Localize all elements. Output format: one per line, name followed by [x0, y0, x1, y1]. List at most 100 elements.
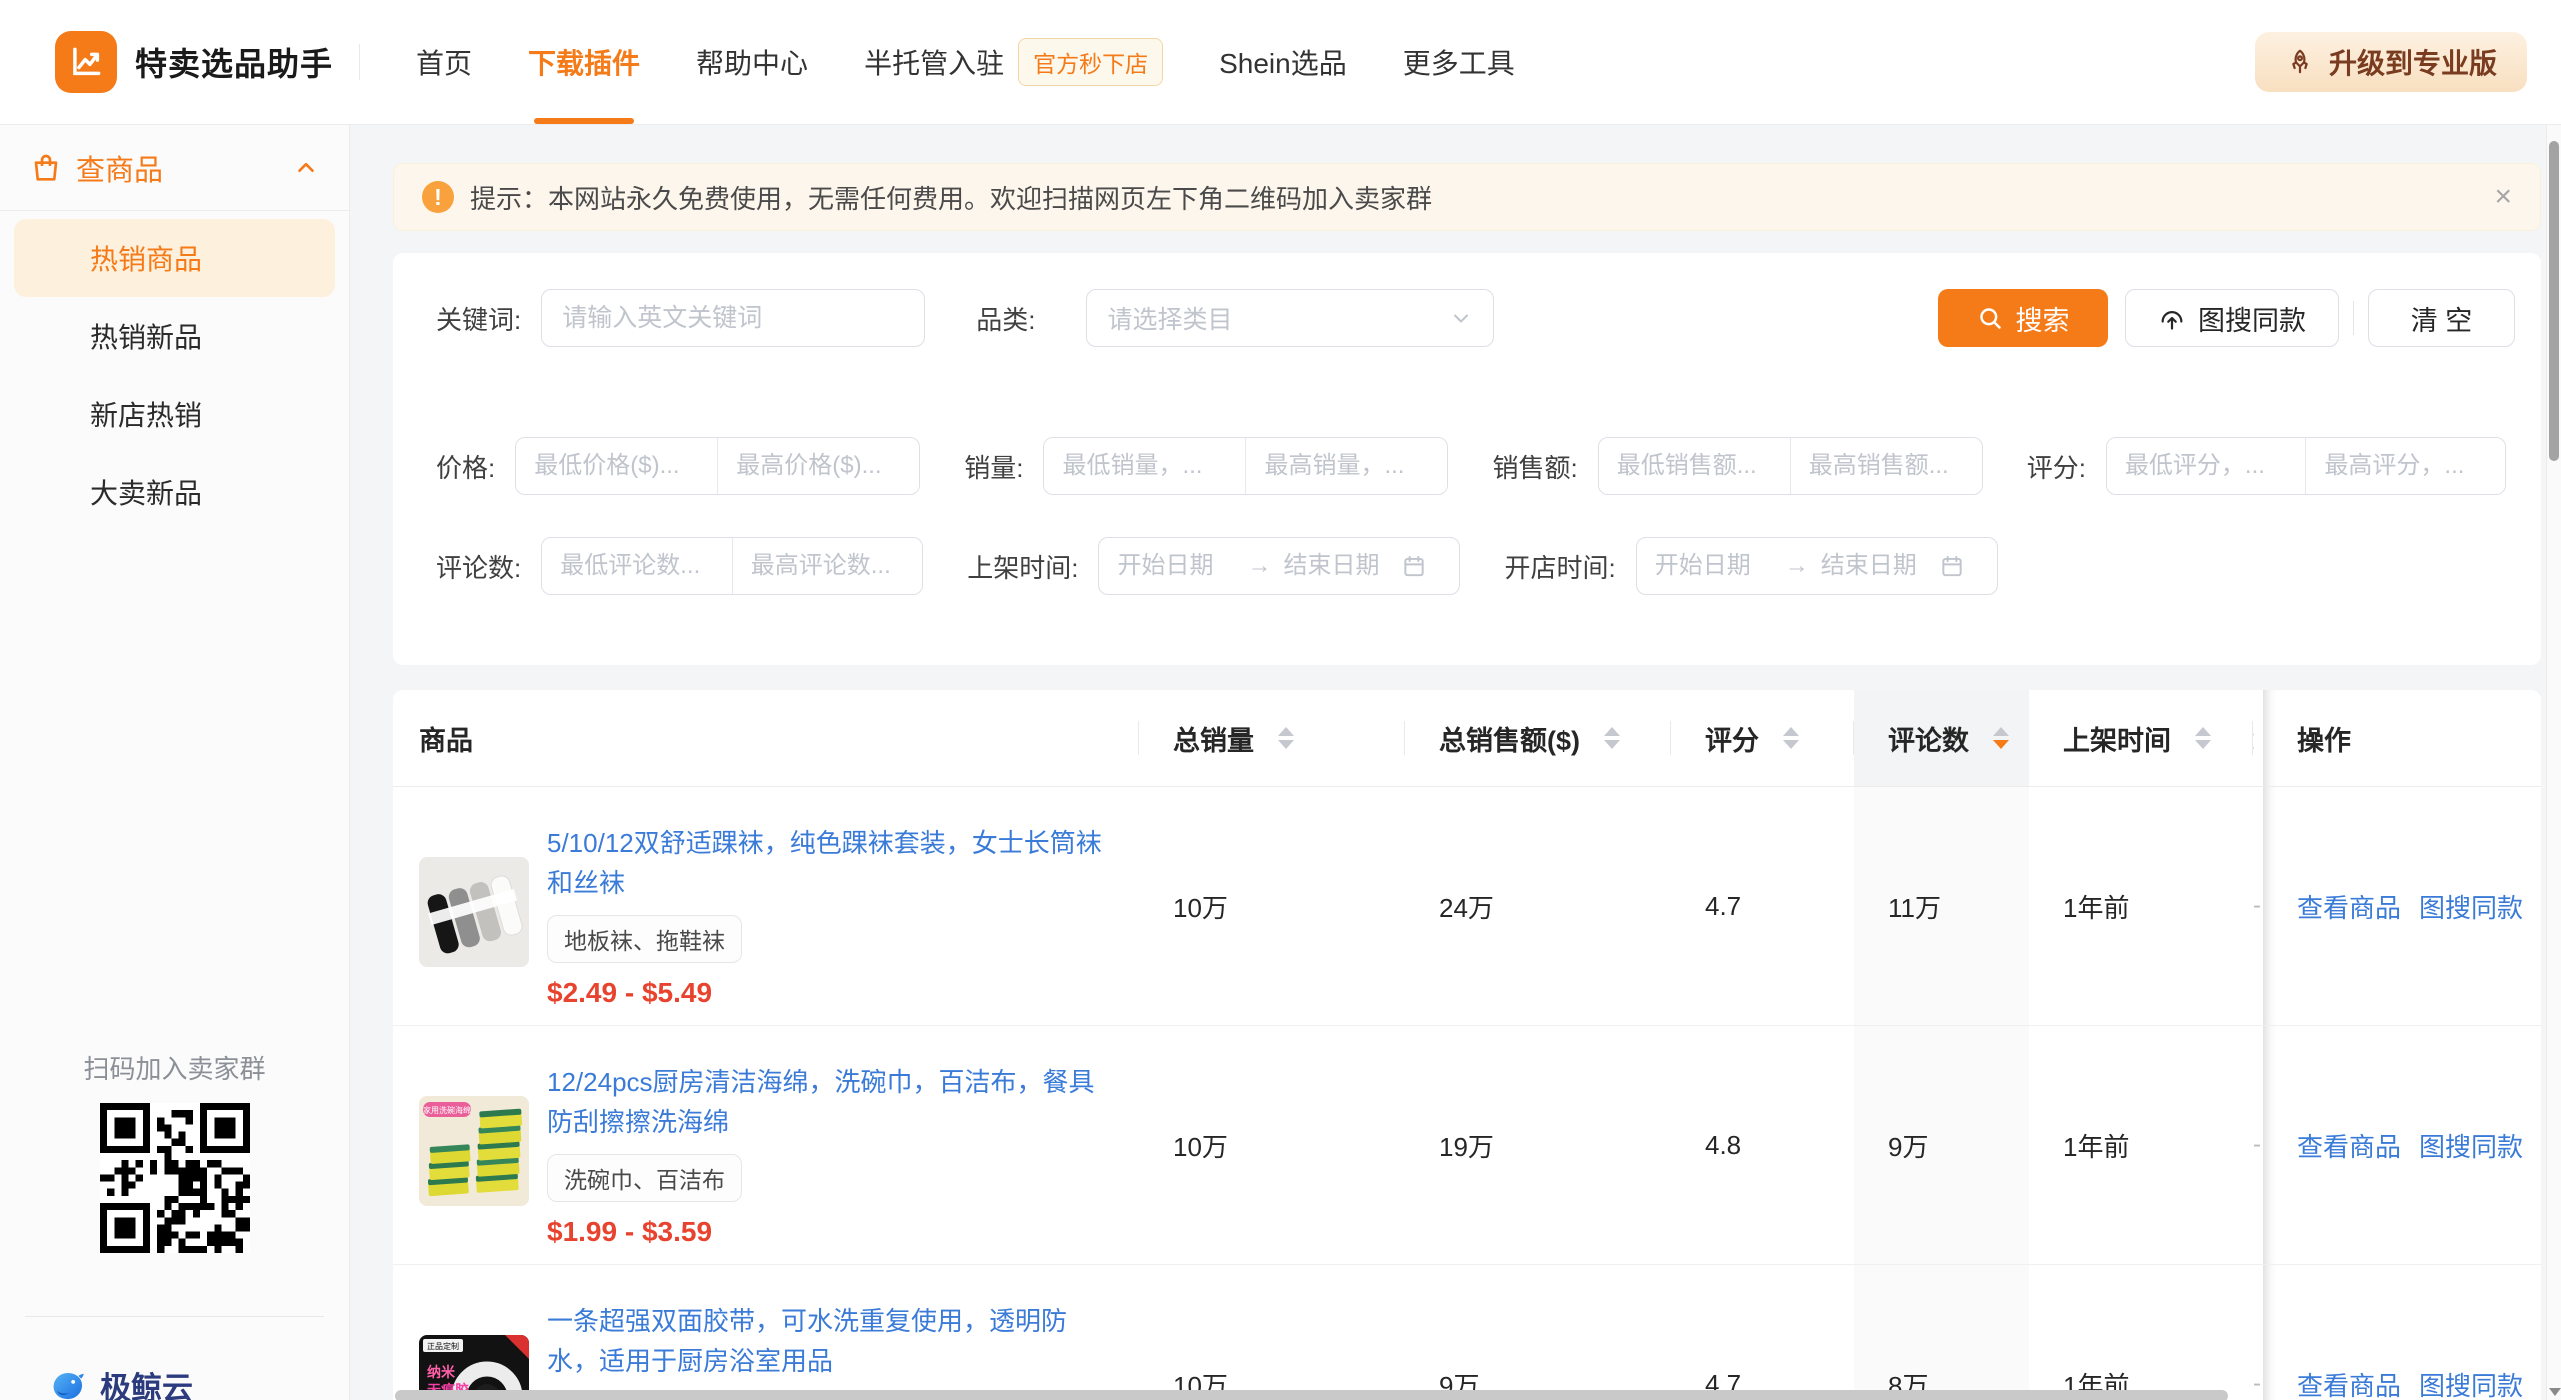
sidebar-item-new-store-hot[interactable]: 新店热销	[0, 375, 349, 453]
table-header: 商品 总销量 总销售额($) 评分 评论数 上架时	[393, 690, 2541, 787]
cell-total-sales: 10万	[1139, 787, 1405, 1025]
table-row: 正品定制 纳米 无痕胶 一条超强双面胶带，可水洗重复使用，透明防水，适用于厨房浴…	[393, 1265, 2541, 1400]
category-label: 品类:	[976, 300, 1035, 337]
nav-item-download-plugin[interactable]: 下载插件	[528, 0, 640, 124]
column-header-total-revenue[interactable]: 总销售额($)	[1405, 690, 1671, 786]
warning-icon: !	[422, 181, 454, 213]
product-image-socks[interactable]	[419, 857, 529, 967]
category-select[interactable]: 请选择类目	[1086, 289, 1494, 347]
revenue-min-input[interactable]	[1599, 438, 1790, 494]
cell-reviews: 11万	[1854, 787, 2029, 1025]
nav-item-semi-managed[interactable]: 半托管入驻 官方秒下店	[864, 0, 1163, 124]
column-header-reviews-sorted[interactable]: 评论数	[1854, 690, 2029, 786]
brand-title: 特卖选品助手	[135, 39, 333, 85]
cell-actions: 查看商品 图搜同款	[2263, 1026, 2541, 1264]
view-product-link[interactable]: 查看商品	[2297, 1366, 2401, 1400]
vertical-scrollbar[interactable]	[2546, 125, 2561, 1400]
nav-menu: 首页 下载插件 帮助中心 半托管入驻 官方秒下店 Shein选品 更多工具	[416, 0, 1515, 124]
sort-icons-active-desc[interactable]	[1993, 727, 2009, 749]
active-tab-underline	[534, 118, 634, 124]
hidden-column-sliver: ：	[2253, 690, 2263, 786]
calendar-icon	[1939, 553, 1965, 579]
cell-actions: 查看商品 图搜同款	[2263, 1265, 2541, 1400]
column-header-listed-time[interactable]: 上架时间	[2029, 690, 2253, 786]
rocket-icon	[2285, 47, 2315, 77]
column-header-total-sales[interactable]: 总销量	[1139, 690, 1405, 786]
product-image-sponges[interactable]: 家用洗碗海绵	[419, 1096, 529, 1206]
scroll-down-arrow-icon[interactable]	[2549, 1388, 2561, 1396]
sort-icons[interactable]	[2195, 727, 2211, 749]
column-header-rating[interactable]: 评分	[1671, 690, 1854, 786]
store-open-date-range[interactable]: →	[1636, 537, 1998, 595]
page: 特卖选品助手 首页 下载插件 帮助中心 半托管入驻 官方秒下店 Shein选品 …	[0, 0, 2561, 1400]
svg-text:纳米: 纳米	[427, 1364, 456, 1380]
qr-caption: 扫码加入卖家群	[0, 1049, 349, 1086]
sales-min-input[interactable]	[1044, 438, 1245, 494]
rating-min-input[interactable]	[2107, 438, 2306, 494]
price-min-input[interactable]	[516, 438, 717, 494]
store-open-start-input[interactable]	[1655, 552, 1773, 580]
main-content: ! 提示：本网站永久免费使用，无需任何费用。欢迎扫描网页左下角二维码加入卖家群 …	[350, 125, 2561, 1400]
image-search-link[interactable]: 图搜同款	[2419, 888, 2523, 925]
svg-text:正品定制: 正品定制	[427, 1341, 459, 1351]
view-product-link[interactable]: 查看商品	[2297, 1127, 2401, 1164]
chevron-up-icon	[293, 155, 319, 181]
view-product-link[interactable]: 查看商品	[2297, 888, 2401, 925]
sort-icons[interactable]	[1278, 727, 1294, 749]
upgrade-pro-button[interactable]: 升级到专业版	[2255, 32, 2527, 92]
image-search-link[interactable]: 图搜同款	[2419, 1127, 2523, 1164]
horizontal-scrollbar-thumb[interactable]	[395, 1390, 2228, 1400]
sidebar-group-products[interactable]: 查商品	[0, 125, 349, 211]
sidebar-item-hot-new[interactable]: 热销新品	[0, 297, 349, 375]
listing-start-input[interactable]	[1117, 552, 1235, 580]
cell-rating: 4.7	[1671, 787, 1854, 1025]
product-title-link[interactable]: 一条超强双面胶带，可水洗重复使用，透明防水，适用于厨房浴室用品	[547, 1301, 1107, 1381]
sort-icons[interactable]	[1604, 727, 1620, 749]
store-open-end-input[interactable]	[1821, 552, 1939, 580]
sales-max-input[interactable]	[1246, 438, 1447, 494]
nav-item-shein[interactable]: Shein选品	[1219, 0, 1347, 124]
column-header-product: 商品	[393, 690, 1139, 786]
sidebar-item-bestseller-new[interactable]: 大卖新品	[0, 453, 349, 531]
filter-reviews: 评论数:	[436, 537, 923, 595]
rating-max-input[interactable]	[2306, 438, 2505, 494]
close-icon[interactable]: ×	[2494, 182, 2512, 212]
revenue-max-input[interactable]	[1791, 438, 1982, 494]
cell-listed-time: 1年前	[2029, 1265, 2253, 1400]
cell-total-revenue: 9万	[1405, 1265, 1671, 1400]
product-category-tag: 洗碗巾、百洁布	[547, 1154, 742, 1202]
listing-date-range[interactable]: →	[1098, 537, 1460, 595]
sidebar-item-hot-products[interactable]: 热销商品	[14, 219, 335, 297]
image-upload-icon	[2158, 304, 2186, 332]
image-search-button[interactable]: 图搜同款	[2125, 289, 2339, 347]
keyword-input[interactable]	[541, 289, 925, 347]
listing-end-input[interactable]	[1283, 552, 1401, 580]
cell-total-revenue: 19万	[1405, 1026, 1671, 1264]
keyword-label: 关键词:	[436, 300, 521, 337]
product-title-link[interactable]: 5/10/12双舒适踝袜，纯色踝袜套装，女士长筒袜和丝袜	[547, 823, 1107, 903]
divider	[359, 44, 360, 80]
arrow-right-icon: →	[1247, 552, 1271, 580]
cell-rating: 4.7	[1671, 1265, 1854, 1400]
product-price-range: $2.49 - $5.49	[547, 977, 1107, 1009]
sort-icons[interactable]	[1783, 727, 1799, 749]
price-max-input[interactable]	[718, 438, 919, 494]
sidebar: 查商品 热销商品 热销新品 新店热销 大卖新品 扫码加入卖家群	[0, 125, 350, 1400]
vertical-scrollbar-thumb[interactable]	[2549, 141, 2559, 461]
product-title-link[interactable]: 12/24pcs厨房清洁海绵，洗碗巾，百洁布，餐具防刮擦擦洗海绵	[547, 1062, 1107, 1142]
brand-logo	[55, 31, 117, 93]
banner-text: 提示：本网站永久免费使用，无需任何费用。欢迎扫描网页左下角二维码加入卖家群	[470, 179, 1432, 216]
nav-item-help-center[interactable]: 帮助中心	[696, 0, 808, 124]
clear-button[interactable]: 清 空	[2368, 289, 2515, 347]
product-price-range: $1.99 - $3.59	[547, 1216, 1107, 1248]
cell-listed-time: 1年前	[2029, 787, 2253, 1025]
nav-item-home[interactable]: 首页	[416, 0, 472, 124]
brand[interactable]: 特卖选品助手	[55, 31, 333, 93]
image-search-link[interactable]: 图搜同款	[2419, 1366, 2523, 1400]
cell-total-sales: 10万	[1139, 1265, 1405, 1400]
reviews-min-input[interactable]	[542, 538, 732, 594]
reviews-max-input[interactable]	[733, 538, 923, 594]
nav-item-more-tools[interactable]: 更多工具	[1403, 0, 1515, 124]
sidebar-menu: 热销商品 热销新品 新店热销 大卖新品	[0, 211, 349, 531]
search-button[interactable]: 搜索	[1938, 289, 2108, 347]
